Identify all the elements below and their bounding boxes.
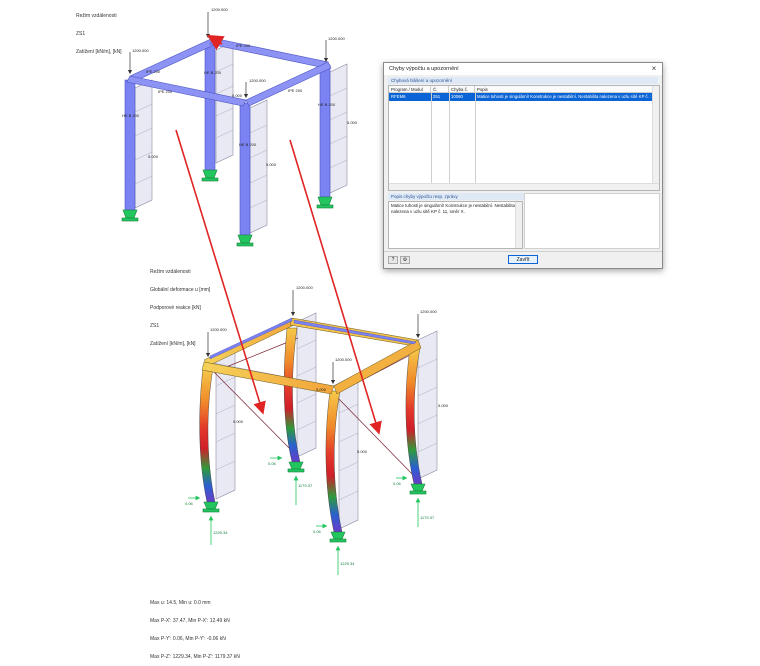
column-header[interactable]: Chyba č. (449, 86, 475, 93)
settings-icon[interactable]: ⚙ (400, 256, 410, 264)
reaction-label: 1179.37 (420, 515, 435, 520)
column-header[interactable]: Č. (431, 86, 449, 93)
bottom-panel-label: 5.000 (316, 387, 327, 392)
help-icon[interactable]: ? (388, 256, 398, 264)
cell-error-no: 10060 (451, 94, 463, 99)
horizontal-scrollbar[interactable] (389, 183, 659, 190)
reaction-label: 1229.34 (340, 561, 355, 566)
vertical-scrollbar[interactable] (652, 86, 659, 190)
top-panel-label: 5.000 (266, 162, 277, 167)
detail-text-box[interactable]: Matice tuhosti je singulární! Konstrukce… (388, 201, 523, 249)
bottom-panel-label: 5.000 (233, 419, 244, 424)
top-panel-label: 5.000 (232, 93, 243, 98)
top-load-label: 1200.000 (328, 36, 345, 41)
cell-number: 251 (433, 94, 441, 99)
close-button[interactable]: Zavřít (508, 255, 538, 264)
error-dialog: Chyby výpočtu a upozornění × Chybová hlá… (383, 62, 663, 269)
table-row[interactable]: RFEM6 251 10060 Matice tuhosti je singul… (389, 93, 659, 101)
top-load-label: 1200.000 (249, 78, 266, 83)
cell-program: RFEM6 (391, 94, 406, 99)
detail-side-panel (524, 193, 660, 249)
top-section-label: HE B 200 (318, 102, 336, 107)
supports (121, 169, 334, 247)
top-model (121, 12, 348, 247)
small-reaction-label: 0.06 (393, 481, 402, 486)
top-section-label: IPE 200 (158, 89, 173, 94)
detail-group-label: Popis chyby výpočtu resp. zprávy (388, 193, 524, 200)
top-panel-label: 5.000 (148, 154, 159, 159)
top-load-label: 1200.000 (211, 7, 228, 12)
bottom-panel-label: 5.000 (438, 403, 449, 408)
top-section-label: IPE 200 (236, 43, 251, 48)
cell-description: Matice tuhosti je singulární! Konstrukce… (477, 94, 651, 99)
bottom-load-label: 1200.000 (296, 285, 313, 290)
small-reaction-label: 0.06 (313, 529, 322, 534)
small-reaction-label: 0.06 (268, 461, 277, 466)
top-section-label: IPE 200 (146, 69, 161, 74)
detail-scrollbar[interactable] (515, 202, 522, 248)
top-load-label: 1200.000 (132, 48, 149, 53)
list-group-label: Chybová hlášení a upozornění (388, 77, 658, 84)
column-header[interactable]: Popis (475, 86, 653, 93)
top-section-label: HE B 200 (122, 113, 140, 118)
summary-line: Max P-Y': 0.06, Min P-Y': -0.06 kN (150, 636, 226, 642)
top-section-label: HE B 200 (239, 142, 257, 147)
column-header[interactable]: Program / Modul (389, 86, 431, 93)
summary-line: Max P-X': 37.47, Min P-X': 12.49 kN (150, 618, 230, 624)
top-section-label: HE B 200 (204, 70, 222, 75)
reaction-label: 1229.34 (213, 530, 228, 535)
summary-line: Max P-Z': 1229.34, Min P-Z': 1179.37 kN (150, 654, 240, 660)
bottom-load-label: 1200.000 (335, 357, 352, 362)
error-table[interactable]: Program / Modul Č. Chyba č. Popis RFEM6 … (388, 85, 660, 191)
bottom-panel-label: 5.000 (357, 449, 368, 454)
bottom-load-label: 1200.000 (210, 327, 227, 332)
detail-text: Matice tuhosti je singulární! Konstrukce… (391, 203, 515, 214)
reaction-label: 1179.37 (298, 483, 313, 488)
top-section-label: IPE 200 (288, 88, 303, 93)
bottom-load-label: 1200.000 (420, 309, 437, 314)
dialog-title: Chyby výpočtu a upozornění (389, 66, 459, 72)
small-reaction-label: 0.06 (185, 501, 194, 506)
top-panel-label: 5.000 (347, 120, 358, 125)
close-icon[interactable]: × (649, 64, 659, 74)
dialog-titlebar: Chyby výpočtu a upozornění × (384, 63, 662, 75)
